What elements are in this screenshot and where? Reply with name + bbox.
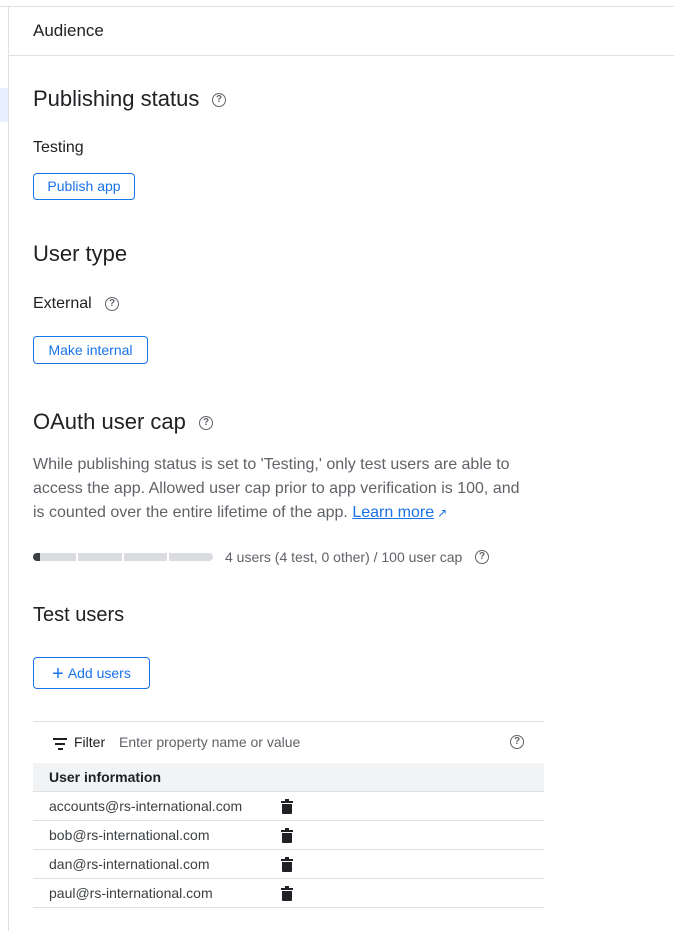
publishing-status-help-icon[interactable]: ? <box>212 93 226 107</box>
add-users-label: Add users <box>67 665 131 681</box>
filter-label: Filter <box>74 734 106 750</box>
add-users-button[interactable]: + Add users <box>33 657 150 689</box>
filter-icon <box>53 738 67 753</box>
page-header: Audience <box>9 7 674 56</box>
make-internal-button[interactable]: Make internal <box>33 336 148 364</box>
user-type-help-icon[interactable]: ? <box>105 297 119 311</box>
oauth-user-cap-heading: OAuth user cap <box>33 409 186 434</box>
table-row: bob@rs-international.com <box>33 821 544 850</box>
trash-icon[interactable] <box>281 828 293 843</box>
publishing-status-heading: Publishing status <box>33 86 200 111</box>
oauth-user-cap-description: While publishing status is set to 'Testi… <box>33 453 523 525</box>
trash-icon[interactable] <box>281 886 293 901</box>
user-type-value: External <box>33 295 92 312</box>
filter-input[interactable] <box>119 731 489 753</box>
test-users-heading: Test users <box>33 604 125 626</box>
oauth-user-cap-help-icon[interactable]: ? <box>199 416 213 430</box>
table-filter-bar: Filter ? <box>33 721 544 764</box>
publishing-status-value: Testing <box>33 139 84 156</box>
column-header-user-information[interactable]: User information <box>49 769 161 785</box>
progress-segment-divider <box>122 553 124 561</box>
learn-more-link[interactable]: Learn more <box>352 504 434 521</box>
table-row: accounts@rs-international.com <box>33 792 544 821</box>
progress-segment-divider <box>76 553 78 561</box>
user-cap-usage-text: 4 users (4 test, 0 other) / 100 user cap <box>225 549 463 565</box>
user-cap-help-icon[interactable]: ? <box>475 550 489 564</box>
plus-icon: + <box>52 663 64 685</box>
user-type-heading: User type <box>33 241 128 266</box>
nav-rail-selection <box>0 88 8 122</box>
table-row: paul@rs-international.com <box>33 879 544 908</box>
user-cap-progress-bar <box>33 553 213 561</box>
user-email: bob@rs-international.com <box>49 827 210 843</box>
left-rail-divider <box>8 6 9 931</box>
table-row: dan@rs-international.com <box>33 850 544 879</box>
trash-icon[interactable] <box>281 799 293 814</box>
user-email: paul@rs-international.com <box>49 885 213 901</box>
table-header: User information <box>33 763 544 792</box>
trash-icon[interactable] <box>281 857 293 872</box>
user-email: dan@rs-international.com <box>49 856 210 872</box>
progress-segment-divider <box>167 553 169 561</box>
user-cap-progress-fill <box>33 553 41 561</box>
external-link-icon: ↗ <box>437 506 448 520</box>
page-title: Audience <box>33 21 104 40</box>
publish-app-button[interactable]: Publish app <box>33 173 135 200</box>
filter-help-icon[interactable]: ? <box>510 735 524 749</box>
user-email: accounts@rs-international.com <box>49 798 243 814</box>
